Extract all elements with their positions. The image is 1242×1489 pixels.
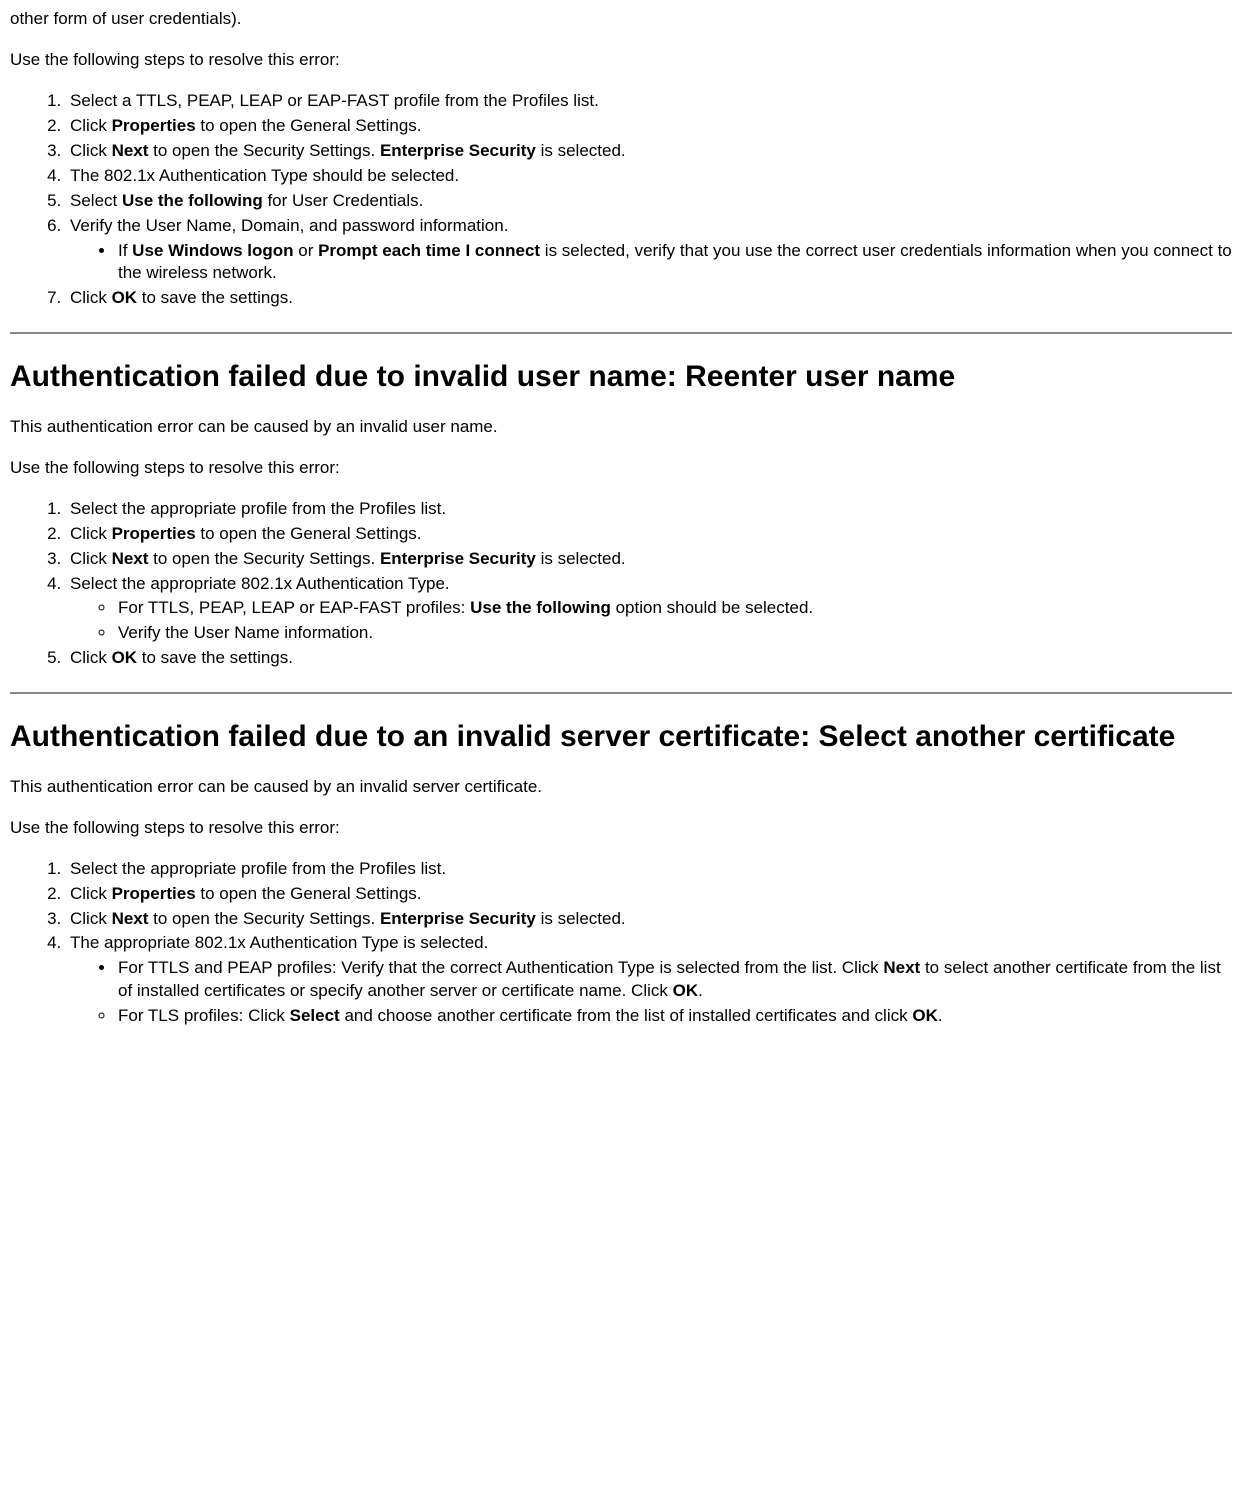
section2-resolve: Use the following steps to resolve this … (10, 457, 1232, 480)
section3-steps: Select the appropriate profile from the … (10, 858, 1232, 1029)
section3-resolve: Use the following steps to resolve this … (10, 817, 1232, 840)
list-item: Verify the User Name information. (116, 622, 1232, 645)
section2-heading: Authentication failed due to invalid use… (10, 358, 1232, 396)
list-item: Click OK to save the settings. (66, 287, 1232, 310)
list-item: For TLS profiles: Click Select and choos… (116, 1005, 1232, 1028)
list-item: Click Next to open the Security Settings… (66, 548, 1232, 571)
list-item: Click Next to open the Security Settings… (66, 140, 1232, 163)
list-item: Click Properties to open the General Set… (66, 523, 1232, 546)
section3-desc: This authentication error can be caused … (10, 776, 1232, 799)
list-item: The appropriate 802.1x Authentication Ty… (66, 932, 1232, 1028)
section1-steps: Select a TTLS, PEAP, LEAP or EAP-FAST pr… (10, 90, 1232, 310)
section2-desc: This authentication error can be caused … (10, 416, 1232, 439)
list-item: Select the appropriate 802.1x Authentica… (66, 573, 1232, 646)
list-item: For TTLS, PEAP, LEAP or EAP-FAST profile… (116, 597, 1232, 620)
intro-fragment: other form of user credentials). (10, 8, 1232, 31)
intro-resolve: Use the following steps to resolve this … (10, 49, 1232, 72)
sublist: If Use Windows logon or Prompt each time… (70, 240, 1232, 286)
list-item: Click OK to save the settings. (66, 647, 1232, 670)
list-item: Select Use the following for User Creden… (66, 190, 1232, 213)
section2-steps: Select the appropriate profile from the … (10, 498, 1232, 671)
list-item: Click Properties to open the General Set… (66, 883, 1232, 906)
list-item: Select the appropriate profile from the … (66, 498, 1232, 521)
sublist: For TTLS and PEAP profiles: Verify that … (70, 957, 1232, 1028)
divider (10, 692, 1232, 694)
divider (10, 332, 1232, 334)
list-item: Click Next to open the Security Settings… (66, 908, 1232, 931)
list-item: For TTLS and PEAP profiles: Verify that … (116, 957, 1232, 1003)
list-item: If Use Windows logon or Prompt each time… (116, 240, 1232, 286)
list-item: Verify the User Name, Domain, and passwo… (66, 215, 1232, 286)
list-item: Select the appropriate profile from the … (66, 858, 1232, 881)
sublist: For TTLS, PEAP, LEAP or EAP-FAST profile… (70, 597, 1232, 645)
list-item: Click Properties to open the General Set… (66, 115, 1232, 138)
list-item: Select a TTLS, PEAP, LEAP or EAP-FAST pr… (66, 90, 1232, 113)
list-item: The 802.1x Authentication Type should be… (66, 165, 1232, 188)
section3-heading: Authentication failed due to an invalid … (10, 718, 1232, 756)
